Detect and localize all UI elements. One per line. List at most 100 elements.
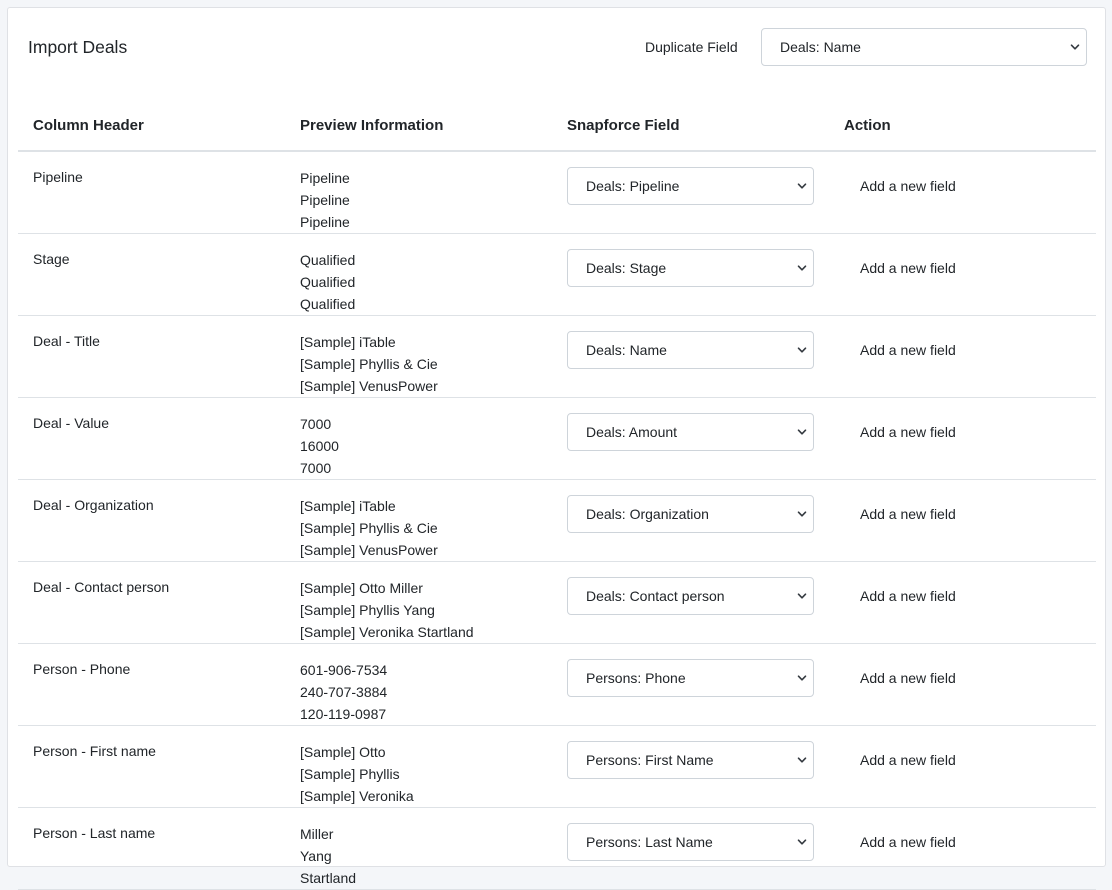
snapforce-field-select[interactable]: Persons: Last Name bbox=[567, 823, 814, 861]
snapforce-field-value: Deals: Organization bbox=[586, 506, 709, 522]
snapforce-field-select[interactable]: Deals: Stage bbox=[567, 249, 814, 287]
add-new-field-link[interactable]: Add a new field bbox=[860, 167, 956, 205]
preview-cell: Pipeline Pipeline Pipeline bbox=[285, 151, 552, 234]
column-header-cell: Deal - Organization bbox=[18, 479, 285, 562]
snapforce-field-select[interactable]: Persons: First Name bbox=[567, 741, 814, 779]
column-header-cell: Pipeline bbox=[18, 151, 285, 234]
preview-value: [Sample] Phyllis bbox=[300, 766, 400, 782]
action-cell: Add a new field bbox=[829, 725, 1096, 808]
preview-value: [Sample] Veronika bbox=[300, 788, 414, 804]
preview-cell: [Sample] iTable [Sample] Phyllis & Cie [Sa… bbox=[285, 479, 552, 562]
table-row: Deal - Value 7000 16000 7000 Deals: Amount Ad… bbox=[18, 397, 1096, 480]
action-cell: Add a new field bbox=[829, 479, 1096, 562]
column-header-cell: Deal - Title bbox=[18, 315, 285, 398]
add-new-field-link[interactable]: Add a new field bbox=[860, 823, 956, 861]
snapforce-field-cell: Persons: Phone bbox=[552, 643, 829, 726]
preview-cell: Miller Yang Startland bbox=[285, 807, 552, 890]
column-header-cell: Person - Last name bbox=[18, 807, 285, 890]
preview-value: Qualified bbox=[300, 296, 356, 312]
preview-cell: [Sample] iTable [Sample] Phyllis & Cie [Sa… bbox=[285, 315, 552, 398]
snapforce-field-value: Persons: Last Name bbox=[586, 834, 713, 850]
table-row: Stage Qualified Qualified Qualified Deals: S… bbox=[18, 233, 1096, 316]
page-title: Import Deals bbox=[28, 37, 128, 57]
snapforce-field-value: Persons: Phone bbox=[586, 670, 686, 686]
snapforce-field-select[interactable]: Deals: Amount bbox=[567, 413, 814, 451]
add-new-field-link[interactable]: Add a new field bbox=[860, 495, 956, 533]
add-new-field-link[interactable]: Add a new field bbox=[860, 741, 956, 779]
add-new-field-link[interactable]: Add a new field bbox=[860, 249, 956, 287]
snapforce-field-cell: Persons: First Name bbox=[552, 725, 829, 808]
preview-value: Yang bbox=[300, 848, 332, 864]
chevron-down-icon bbox=[797, 496, 807, 532]
preview-value: 7000 bbox=[300, 460, 332, 476]
snapforce-field-select[interactable]: Deals: Organization bbox=[567, 495, 814, 533]
preview-value: Pipeline bbox=[300, 192, 350, 208]
preview-value: [Sample] Phyllis & Cie bbox=[300, 356, 438, 372]
preview-value: [Sample] iTable bbox=[300, 498, 396, 514]
action-cell: Add a new field bbox=[829, 233, 1096, 316]
snapforce-field-select[interactable]: Deals: Name bbox=[567, 331, 814, 369]
chevron-down-icon bbox=[797, 578, 807, 614]
preview-value: Pipeline bbox=[300, 170, 350, 186]
preview-value: [Sample] Otto bbox=[300, 744, 386, 760]
preview-value: [Sample] Otto Miller bbox=[300, 580, 423, 596]
snapforce-field-value: Deals: Contact person bbox=[586, 588, 725, 604]
preview-value: 120-119-0987 bbox=[300, 706, 387, 722]
preview-value: [Sample] Phyllis Yang bbox=[300, 602, 435, 618]
duplicate-field-label: Duplicate Field bbox=[645, 39, 738, 55]
preview-cell: [Sample] Otto Miller [Sample] Phyllis Yan… bbox=[285, 561, 552, 644]
snapforce-field-select[interactable]: Deals: Pipeline bbox=[567, 167, 814, 205]
action-cell: Add a new field bbox=[829, 561, 1096, 644]
preview-value: Qualified bbox=[300, 274, 356, 290]
column-header-cell: Person - Phone bbox=[18, 643, 285, 726]
snapforce-field-cell: Deals: Name bbox=[552, 315, 829, 398]
chevron-down-icon bbox=[797, 742, 807, 778]
column-header-cell: Person - First name bbox=[18, 725, 285, 808]
table-row: Deal - Contact person [Sample] Otto Mille… bbox=[18, 561, 1096, 644]
preview-cell: 601-906-7534 240-707-3884 120-119-0987 bbox=[285, 643, 552, 726]
preview-value: Qualified bbox=[300, 252, 356, 268]
chevron-down-icon bbox=[797, 660, 807, 696]
snapforce-field-select[interactable]: Deals: Contact person bbox=[567, 577, 814, 615]
table-row: Person - Phone 601-906-7534 240-707-3884 12… bbox=[18, 643, 1096, 726]
snapforce-field-cell: Deals: Pipeline bbox=[552, 151, 829, 234]
action-cell: Add a new field bbox=[829, 643, 1096, 726]
preview-cell: 7000 16000 7000 bbox=[285, 397, 552, 480]
table-body: Pipeline Pipeline Pipeline Pipeline Deals: P… bbox=[18, 151, 1096, 890]
action-cell: Add a new field bbox=[829, 807, 1096, 890]
snapforce-field-value: Deals: Stage bbox=[586, 260, 667, 276]
table-row: Deal - Title [Sample] iTable [Sample] Phyl… bbox=[18, 315, 1096, 398]
column-header-cell: Deal - Contact person bbox=[18, 561, 285, 644]
add-new-field-link[interactable]: Add a new field bbox=[860, 413, 956, 451]
preview-value: 7000 bbox=[300, 416, 332, 432]
table-row: Person - First name [Sample] Otto [Sample]… bbox=[18, 725, 1096, 808]
card-header: Import Deals Duplicate Field Deals: Name bbox=[8, 8, 1105, 86]
preview-value: 240-707-3884 bbox=[300, 684, 388, 700]
preview-value: [Sample] Phyllis & Cie bbox=[300, 520, 438, 536]
table-row: Person - Last name Miller Yang Startland Per… bbox=[18, 807, 1096, 890]
snapforce-field-value: Persons: First Name bbox=[586, 752, 714, 768]
preview-value: 601-906-7534 bbox=[300, 662, 388, 678]
action-cell: Add a new field bbox=[829, 397, 1096, 480]
snapforce-field-value: Deals: Amount bbox=[586, 424, 678, 440]
table-header-row: Column Header Preview Information Snapfo… bbox=[18, 100, 1096, 152]
table-row: Deal - Organization [Sample] iTable [Sampl… bbox=[18, 479, 1096, 562]
snapforce-field-cell: Deals: Contact person bbox=[552, 561, 829, 644]
import-deals-card: Import Deals Duplicate Field Deals: Name… bbox=[7, 7, 1106, 890]
snapforce-field-select[interactable]: Persons: Phone bbox=[567, 659, 814, 697]
chevron-down-icon bbox=[797, 414, 807, 450]
add-new-field-link[interactable]: Add a new field bbox=[860, 659, 956, 697]
snapforce-field-cell: Deals: Organization bbox=[552, 479, 829, 562]
chevron-down-icon bbox=[797, 250, 807, 286]
preview-value: Miller bbox=[300, 826, 334, 842]
add-new-field-link[interactable]: Add a new field bbox=[860, 331, 956, 369]
duplicate-field-select[interactable]: Deals: Name bbox=[761, 28, 1087, 66]
preview-value: [Sample] VenusPower bbox=[300, 542, 438, 558]
table-row: Pipeline Pipeline Pipeline Pipeline Deals: P… bbox=[18, 151, 1096, 234]
preview-value: Startland bbox=[300, 870, 357, 886]
action-cell: Add a new field bbox=[829, 315, 1096, 398]
preview-cell: Qualified Qualified Qualified bbox=[285, 233, 552, 316]
snapforce-field-cell: Deals: Amount bbox=[552, 397, 829, 480]
action-cell: Add a new field bbox=[829, 151, 1096, 234]
add-new-field-link[interactable]: Add a new field bbox=[860, 577, 956, 615]
